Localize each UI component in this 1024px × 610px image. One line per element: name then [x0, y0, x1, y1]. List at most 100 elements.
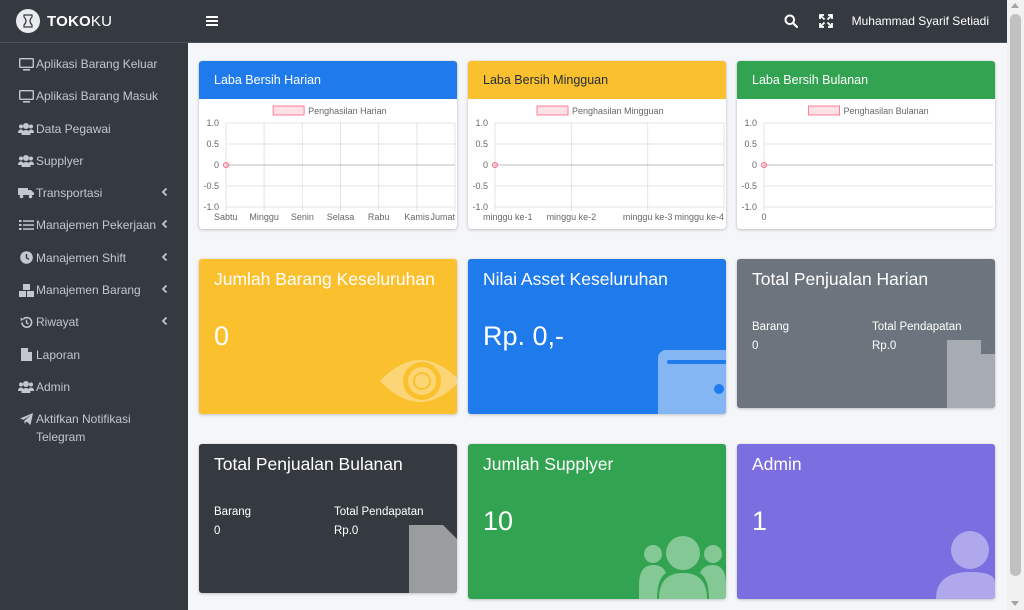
- chevron-left-icon: [160, 250, 170, 264]
- pendapatan-label: Total Pendapatan: [872, 321, 962, 333]
- x-tick-label: Kamis: [404, 212, 430, 222]
- legend-label[interactable]: Penghasilan Mingguan: [572, 106, 664, 116]
- users-icon: [18, 379, 34, 395]
- chevron-left-icon: [160, 314, 170, 328]
- sidebar-nav: Aplikasi Barang Keluar Aplikasi Barang Ma…: [0, 43, 188, 447]
- chart-body: Penghasilan Harian 1.0 0.5 0 -0.5 -1.0 Sabtu Mi…: [199, 99, 457, 229]
- barang-value: 0: [752, 340, 759, 352]
- expand-icon[interactable]: [818, 14, 833, 28]
- penjualan-bulanan-box: Total Penjualan Bulanan Barang 0 Total P…: [199, 444, 457, 593]
- x-tick-label: 0: [761, 212, 766, 222]
- barang-label: Barang: [752, 321, 790, 333]
- y-tick-label: -0.5: [472, 181, 488, 191]
- sidebar-item-manajemen-shift[interactable]: Manajemen Shift: [0, 242, 188, 274]
- telegram-icon: [18, 411, 34, 427]
- monitor-icon: [18, 88, 34, 104]
- bars-icon[interactable]: [206, 16, 218, 26]
- scroll-up-arrow-icon[interactable]: [1011, 3, 1019, 8]
- sidebar-item-label: Manajemen Barang: [36, 283, 141, 298]
- pendapatan-value: Rp.0: [334, 525, 359, 537]
- file-icon: [947, 340, 995, 408]
- topbar: Muhammad Syarif Setiadi: [188, 0, 1007, 43]
- sidebar-item-transportasi[interactable]: Transportasi: [0, 177, 188, 209]
- penjualan-harian-box: Total Penjualan Harian Barang 0 Total Pe…: [737, 259, 995, 408]
- pendapatan-label: Total Pendapatan: [334, 506, 424, 518]
- chart-title: Laba Bersih Mingguan: [468, 61, 726, 99]
- legend-swatch[interactable]: [272, 105, 305, 116]
- sidebar-item-label: Manajemen Pekerjaan: [36, 218, 157, 233]
- box-title: Jumlah Supplyer: [483, 454, 614, 474]
- y-tick-label: 0: [214, 160, 219, 170]
- y-tick-label: -0.5: [203, 181, 219, 191]
- y-tick-label: 1.0: [206, 118, 219, 128]
- sidebar-item-admin[interactable]: Admin: [0, 371, 188, 403]
- sidebar-item-laporan[interactable]: Laporan: [0, 339, 188, 371]
- chart-title: Laba Bersih Harian: [199, 61, 457, 99]
- x-tick-label: Minggu: [249, 212, 279, 222]
- x-tick-label: Selasa: [327, 212, 355, 222]
- sidebar-item-label: Supplyer: [36, 153, 84, 168]
- x-tick-label: minggu ke-2: [547, 212, 597, 222]
- chart-body: Penghasilan Bulanan 1.0 0.5 0 -0.5 -1.0 0: [737, 99, 995, 229]
- wallet-icon: [658, 350, 726, 414]
- barang-label: Barang: [214, 506, 252, 518]
- legend-swatch[interactable]: [536, 105, 569, 116]
- x-tick-label: minggu ke-3: [623, 212, 673, 222]
- box-title: Total Penjualan Bulanan: [214, 454, 403, 474]
- y-tick-label: -1.0: [203, 202, 219, 212]
- history-icon: [18, 314, 34, 330]
- user-menu[interactable]: Muhammad Syarif Setiadi: [852, 14, 989, 28]
- nilai-asset-box: Nilai Asset Keseluruhan Rp. 0,-: [468, 259, 726, 414]
- sidebar-item-manajemen-pekerjaan[interactable]: Manajemen Pekerjaan: [0, 209, 188, 241]
- search-icon[interactable]: [784, 14, 798, 28]
- scroll-down-arrow-icon[interactable]: [1011, 601, 1019, 606]
- file-icon: [409, 525, 457, 593]
- admin-box: Admin 1: [737, 444, 995, 599]
- sidebar-item-aplikasi-barang-keluar[interactable]: Aplikasi Barang Keluar: [0, 48, 188, 80]
- chart-body: Penghasilan Mingguan 1.0 0.5 0 -0.5 -1.0 mingg…: [468, 99, 726, 229]
- sidebar-item-data-pegawai[interactable]: Data Pegawai: [0, 113, 188, 145]
- line-chart: Penghasilan Mingguan 1.0 0.5 0 -0.5 -1.0 mingg…: [472, 105, 725, 222]
- jumlah-supplyer-box: Jumlah Supplyer 10: [468, 444, 726, 599]
- legend-label[interactable]: Penghasilan Harian: [308, 106, 387, 116]
- sidebar-item-riwayat[interactable]: Riwayat: [0, 306, 188, 338]
- user-icon: [936, 531, 995, 599]
- sidebar-item-label: Manajemen Shift: [36, 250, 127, 265]
- y-tick-label: -1.0: [741, 202, 757, 212]
- x-tick-label: Sabtu: [214, 212, 238, 222]
- data-point[interactable]: [761, 162, 767, 168]
- y-tick-label: 0.5: [744, 139, 757, 149]
- boxes-icon: [18, 282, 34, 298]
- sidebar-item-aplikasi-barang-masuk[interactable]: Aplikasi Barang Masuk: [0, 80, 188, 112]
- total-barang-box: Jumlah Barang Keseluruhan 0: [199, 259, 457, 414]
- sidebar-item-manajemen-barang[interactable]: Manajemen Barang: [0, 274, 188, 306]
- sidebar-item-supplyer[interactable]: Supplyer: [0, 145, 188, 177]
- brand-link[interactable]: TOKOKU: [0, 0, 188, 43]
- scroll-thumb[interactable]: [1010, 14, 1021, 576]
- y-tick-label: 0: [752, 160, 757, 170]
- data-point[interactable]: [492, 162, 498, 168]
- brand-logo-icon: [16, 9, 40, 33]
- legend-label[interactable]: Penghasilan Bulanan: [844, 106, 929, 116]
- data-point[interactable]: [223, 162, 229, 168]
- box-title: Admin: [752, 454, 802, 474]
- y-tick-label: 1.0: [744, 118, 757, 128]
- sidebar-item-aktifkan-notifikasi-telegram[interactable]: Aktifkan Notifikasi Telegram: [0, 403, 188, 447]
- tasks-icon: [18, 217, 34, 233]
- y-tick-label: 1.0: [475, 118, 488, 128]
- box-value: 0: [214, 321, 230, 351]
- x-tick-label: Rabu: [368, 212, 390, 222]
- box-title: Total Penjualan Harian: [752, 269, 929, 289]
- x-tick-label: minggu ke-4: [674, 212, 724, 222]
- y-tick-label: 0: [483, 160, 488, 170]
- y-tick-label: 0.5: [475, 139, 488, 149]
- monitor-icon: [18, 56, 34, 72]
- x-tick-label: Senin: [291, 212, 314, 222]
- box-value: Rp. 0,-: [483, 321, 565, 351]
- sidebar-item-label: Aplikasi Barang Masuk: [36, 89, 159, 104]
- y-tick-label: -1.0: [472, 202, 488, 212]
- page-scrollbar[interactable]: [1007, 0, 1024, 610]
- legend-swatch[interactable]: [808, 105, 840, 116]
- eye-icon: [380, 360, 457, 402]
- users-icon: [18, 153, 34, 169]
